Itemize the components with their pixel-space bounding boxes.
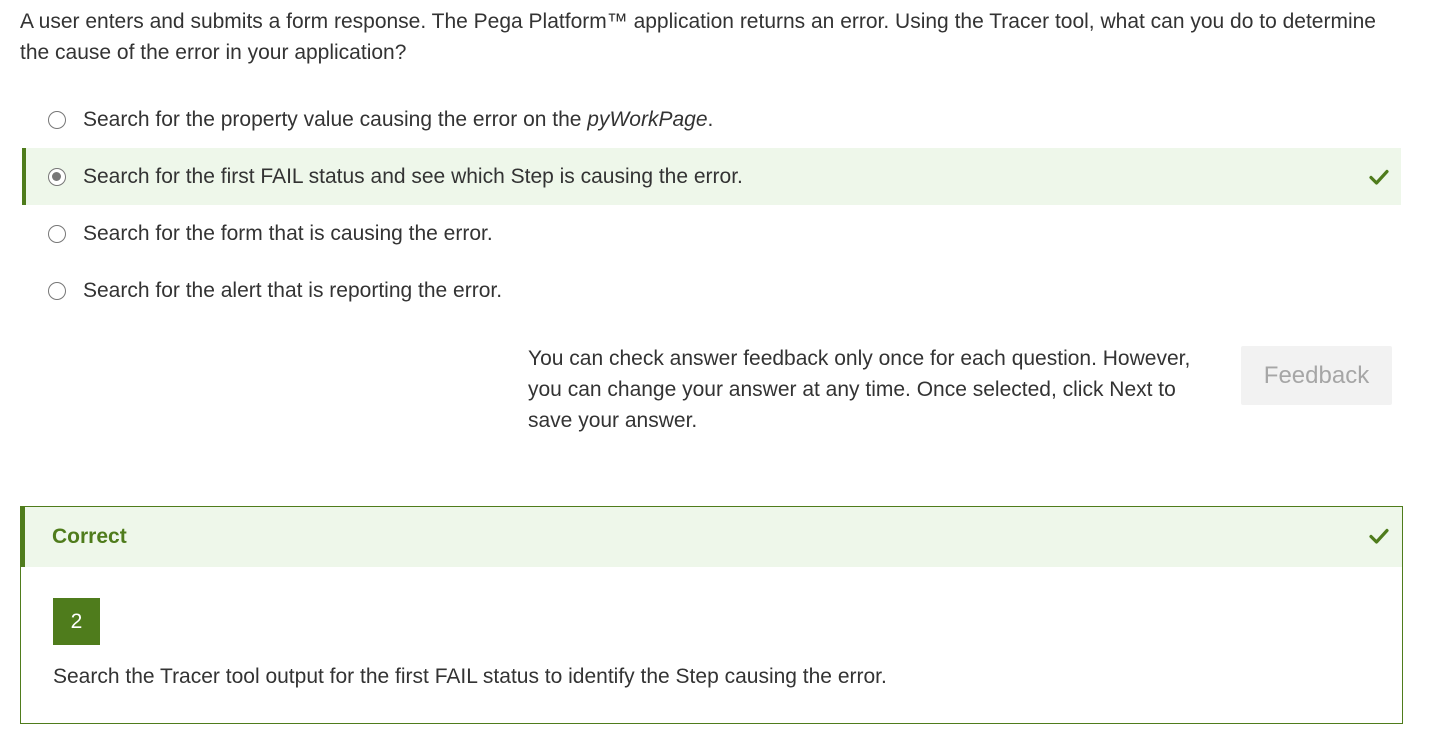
result-explanation: Search the Tracer tool output for the fi… xyxy=(53,665,887,688)
feedback-note: You can check answer feedback only once … xyxy=(528,347,1191,432)
question-text: A user enters and submits a form respons… xyxy=(20,10,1376,64)
answer-option-3[interactable]: Search for the form that is causing the … xyxy=(22,205,1401,262)
result-title: Correct xyxy=(52,525,127,548)
answer-option-label: Search for the alert that is reporting t… xyxy=(83,278,503,302)
answer-label-emphasis: pyWorkPage xyxy=(587,107,708,131)
radio-button[interactable] xyxy=(48,281,66,300)
answer-option-label: Search for the first FAIL status and see… xyxy=(83,164,743,188)
result-panel: Correct 2 Search the Tracer tool output … xyxy=(20,506,1403,724)
checkmark-icon xyxy=(1369,169,1389,185)
radio-button[interactable] xyxy=(48,110,66,129)
checkmark-icon xyxy=(1369,528,1389,544)
feedback-button[interactable]: Feedback xyxy=(1241,346,1392,405)
answer-option-label: Search for the property value causing th… xyxy=(83,106,713,134)
radio-button-selected[interactable] xyxy=(48,167,66,186)
answer-option-label: Search for the form that is causing the … xyxy=(83,221,493,245)
answer-option-2[interactable]: Search for the first FAIL status and see… xyxy=(22,148,1401,205)
answer-option-1[interactable]: Search for the property value causing th… xyxy=(22,91,1401,148)
answer-option-4[interactable]: Search for the alert that is reporting t… xyxy=(22,262,1401,319)
radio-dot xyxy=(52,171,61,181)
answer-label-text: Search for the property value causing th… xyxy=(83,107,588,131)
correct-answer-badge: 2 xyxy=(53,598,100,645)
result-header: Correct xyxy=(21,507,1402,567)
radio-button[interactable] xyxy=(48,224,66,243)
answer-options: Search for the property value causing th… xyxy=(22,91,1401,319)
answer-label-suffix: . xyxy=(707,107,714,131)
